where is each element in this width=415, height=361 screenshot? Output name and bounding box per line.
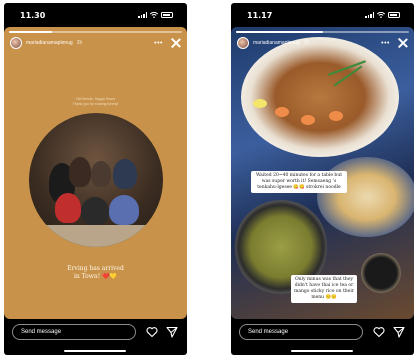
status-bar: 11.30 [4, 3, 187, 27]
post-time: 2h [76, 40, 83, 46]
wifi-icon [150, 12, 158, 18]
send-message-input[interactable]: Send message [12, 324, 136, 340]
signal-icon [138, 12, 147, 18]
reply-bar: Send message [4, 321, 187, 343]
group-photo [29, 113, 163, 247]
close-icon[interactable] [171, 38, 181, 48]
caption-top: Old friends, Happy Hours Thank you for s… [72, 97, 119, 106]
send-message-input[interactable]: Send message [239, 324, 363, 340]
status-bar: 11.17 [231, 3, 414, 27]
reply-bar: Send message [231, 321, 414, 343]
battery-icon [388, 12, 400, 18]
shrimp [275, 107, 289, 117]
lime-wedge [253, 99, 267, 108]
story-note-text: Only minus was that they didn't have tha… [291, 275, 357, 303]
share-icon[interactable] [166, 326, 178, 338]
rice-plate [317, 157, 414, 237]
story-content[interactable]: mariadianamaplenug 2h ••• Waited 20~40 m… [231, 27, 414, 319]
heart-icon[interactable] [146, 326, 158, 338]
status-icons [365, 12, 400, 18]
wifi-icon [377, 12, 385, 18]
sauce-bowl [361, 253, 401, 293]
story-progress-bar [9, 31, 182, 33]
avatar[interactable] [10, 37, 22, 49]
home-indicator [64, 350, 126, 352]
story-header: mariadianamaplenug 2h ••• [237, 35, 408, 51]
status-time: 11.30 [20, 10, 46, 20]
pad-thai-plate [241, 37, 399, 157]
username[interactable]: mariadianamaplenug [253, 40, 300, 46]
story-header: mariadianamaplenug 2h ••• [10, 35, 181, 51]
heart-icon[interactable] [373, 326, 385, 338]
home-indicator [291, 350, 353, 352]
shrimp [329, 111, 343, 121]
status-icons [138, 12, 173, 18]
story-screen-left: 11.30 mariadianamaplenug 2h ••• Old frie… [4, 3, 187, 355]
post-time: 2h [303, 40, 310, 46]
signal-icon [365, 12, 374, 18]
battery-icon [161, 12, 173, 18]
close-icon[interactable] [398, 38, 408, 48]
more-options-icon[interactable]: ••• [381, 40, 390, 47]
caption-bottom: Erving has arrived in Town! ❤️💛 [67, 265, 124, 280]
shrimp [301, 115, 315, 125]
share-icon[interactable] [393, 326, 405, 338]
story-progress-bar [236, 31, 409, 33]
story-content[interactable]: mariadianamaplenug 2h ••• Old friends, H… [4, 27, 187, 319]
story-screen-right: 11.17 mariadianamaplenug 2h ••• Waited 2… [231, 3, 414, 355]
username[interactable]: mariadianamaplenug [26, 40, 73, 46]
story-note-text: Waited 20~40 minutes for a table but was… [251, 171, 347, 193]
avatar[interactable] [237, 37, 249, 49]
more-options-icon[interactable]: ••• [154, 40, 163, 47]
status-time: 11.17 [247, 10, 273, 20]
